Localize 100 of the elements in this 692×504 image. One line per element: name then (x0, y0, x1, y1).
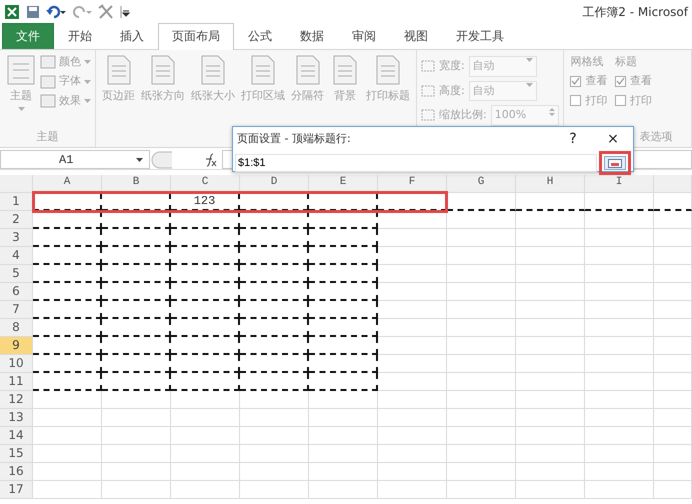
grid-cell[interactable] (309, 337, 378, 355)
grid-cell[interactable] (33, 247, 102, 265)
grid-cell[interactable] (33, 301, 102, 319)
ribbon-tab[interactable]: 开发工具 (442, 23, 518, 49)
grid-cell[interactable] (102, 229, 171, 247)
row-header[interactable]: 14 (0, 427, 33, 445)
grid-cell[interactable] (240, 193, 309, 211)
grid-cell[interactable] (309, 283, 378, 301)
save-icon[interactable] (26, 5, 40, 19)
ribbon-tab[interactable]: 数据 (286, 23, 338, 49)
row-header[interactable]: 13 (0, 409, 33, 427)
grid-cell[interactable] (33, 319, 102, 337)
grid-cell[interactable] (240, 337, 309, 355)
size-icon (421, 84, 435, 97)
grid-cell[interactable] (102, 319, 171, 337)
row-header[interactable]: 17 (0, 481, 33, 499)
row-header[interactable]: 10 (0, 355, 33, 373)
column-header[interactable]: H (516, 175, 585, 193)
collapse-icon (608, 158, 622, 168)
row-header[interactable]: 2 (0, 211, 33, 229)
ribbon-tab[interactable]: 页面布局 (158, 23, 234, 50)
grid-cell[interactable] (33, 355, 102, 373)
theme-icon (6, 54, 36, 86)
ribbon-tab[interactable]: 视图 (390, 23, 442, 49)
row-header[interactable]: 4 (0, 247, 33, 265)
grid-cell[interactable] (102, 337, 171, 355)
grid-cell[interactable] (309, 355, 378, 373)
name-box[interactable]: A1 (0, 150, 150, 169)
ribbon-tab[interactable]: 开始 (54, 23, 106, 49)
cell-reference: A1 (59, 152, 74, 168)
grid-cell[interactable] (171, 283, 240, 301)
grid-cell[interactable] (171, 247, 240, 265)
grid-cell[interactable] (171, 301, 240, 319)
row-header[interactable]: 11 (0, 373, 33, 391)
grid-cell[interactable] (33, 265, 102, 283)
ribbon-tab[interactable]: 审阅 (338, 23, 390, 49)
grid-cell[interactable] (102, 373, 171, 391)
row-header[interactable]: 3 (0, 229, 33, 247)
grid-cell[interactable] (171, 319, 240, 337)
grid-cell[interactable] (102, 283, 171, 301)
grid-cell[interactable] (171, 373, 240, 391)
file-tab[interactable]: 文件 (2, 23, 54, 49)
ribbon-tab[interactable]: 插入 (106, 23, 158, 49)
grid-cell[interactable] (309, 301, 378, 319)
range-input[interactable]: $1:$1 (235, 154, 597, 172)
grid-cell[interactable] (240, 355, 309, 373)
column-header[interactable]: I (585, 175, 654, 193)
grid-cell[interactable] (309, 319, 378, 337)
row-header[interactable]: 7 (0, 301, 33, 319)
row-header[interactable]: 6 (0, 283, 33, 301)
grid-cell[interactable] (102, 247, 171, 265)
grid-cell[interactable] (309, 247, 378, 265)
grid-cell[interactable] (309, 373, 378, 391)
redo-icon[interactable] (72, 5, 92, 19)
row-header[interactable]: 12 (0, 391, 33, 409)
row-header[interactable]: 15 (0, 445, 33, 463)
collapse-button[interactable] (604, 156, 626, 170)
grid-cell[interactable] (102, 265, 171, 283)
grid-cell[interactable] (240, 283, 309, 301)
customize-icon[interactable] (120, 5, 130, 19)
grid-cell[interactable] (309, 265, 378, 283)
grid-cell[interactable] (102, 301, 171, 319)
grid-cell[interactable] (33, 211, 102, 229)
row-header[interactable]: 8 (0, 319, 33, 337)
grid-cell[interactable] (33, 229, 102, 247)
grid-cell[interactable] (240, 373, 309, 391)
grid-cell[interactable] (171, 355, 240, 373)
row-header[interactable]: 1 (0, 193, 33, 211)
grid-cell[interactable] (309, 211, 378, 229)
column-header[interactable]: G (447, 175, 516, 193)
field-label: 高度: (439, 82, 465, 98)
select-all-corner[interactable] (0, 175, 33, 193)
grid-cell[interactable] (240, 229, 309, 247)
row-header[interactable]: 16 (0, 463, 33, 481)
grid-cell[interactable] (171, 229, 240, 247)
grid-cell[interactable] (102, 211, 171, 229)
grid-cell[interactable] (102, 355, 171, 373)
grid-cell[interactable] (240, 211, 309, 229)
ribbon-tab[interactable]: 公式 (234, 23, 286, 49)
grid-cell[interactable] (171, 265, 240, 283)
row-header[interactable]: 5 (0, 265, 33, 283)
grid-cell[interactable] (33, 193, 102, 211)
grid-cell[interactable] (240, 319, 309, 337)
grid-cell[interactable] (33, 337, 102, 355)
grid-cell[interactable] (240, 247, 309, 265)
grid-cell[interactable] (240, 301, 309, 319)
row-header[interactable]: 9 (0, 337, 33, 355)
grid-cell[interactable] (309, 193, 378, 211)
expand-handle-icon[interactable] (150, 150, 174, 168)
grid-cell[interactable] (33, 283, 102, 301)
grid-cell[interactable] (309, 229, 378, 247)
grid-cell[interactable] (102, 193, 171, 211)
grid-cell[interactable] (240, 265, 309, 283)
size-icon (421, 60, 435, 72)
undo-icon[interactable] (46, 5, 66, 19)
grid-cell[interactable] (171, 337, 240, 355)
grid-cell[interactable] (171, 211, 240, 229)
close-button[interactable]: × (593, 128, 633, 150)
grid-cell[interactable] (33, 373, 102, 391)
help-button[interactable]: ? (553, 128, 593, 150)
